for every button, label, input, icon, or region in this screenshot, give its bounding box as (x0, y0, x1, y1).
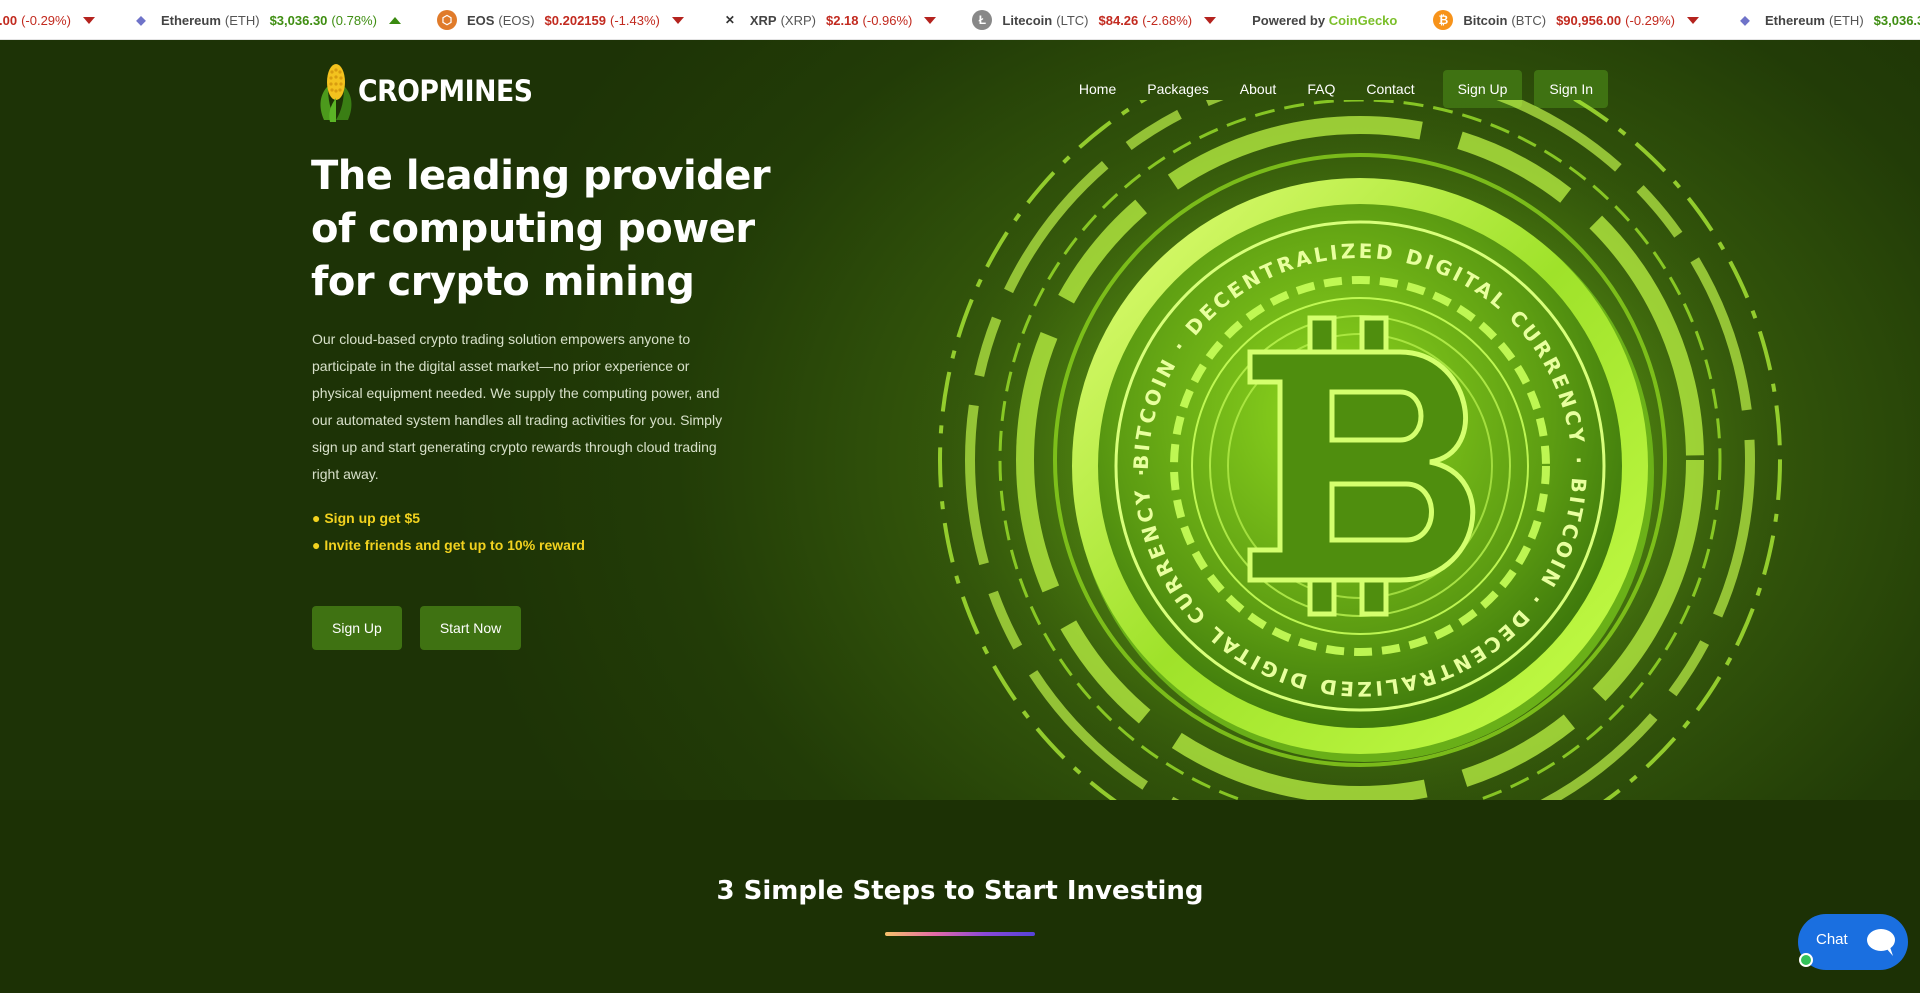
coin-symbol: (ETH) (1828, 12, 1864, 28)
ethereum-icon: ◆ (1740, 13, 1750, 27)
coin-name: Ethereum (160, 12, 221, 28)
ticker-item[interactable]: Ł Litecoin (LTC) $84.26 (-2.68%) (972, 10, 1217, 30)
ticker-item[interactable]: $90,956.00(-0.29%) (0, 13, 95, 28)
coin-name: EOS (466, 12, 495, 28)
coin-symbol: (BTC) (1511, 12, 1547, 28)
coin-name: XRP (749, 12, 777, 28)
online-status-dot (1799, 953, 1813, 967)
coin-price: $3,036.30 (269, 12, 328, 28)
hero-description: Our cloud-based crypto trading solution … (312, 331, 723, 482)
nav-about[interactable]: About (1240, 81, 1277, 97)
powered-by-text: Powered by (1252, 12, 1326, 28)
ethereum-icon: ◆ (136, 13, 146, 27)
bullet-signup-bonus: ● Sign up get $5 (312, 510, 421, 526)
arrow-down-icon (82, 16, 95, 24)
coin-change: (-1.43%) (610, 12, 660, 28)
nav-home[interactable]: Home (1079, 81, 1116, 97)
coin-symbol: (ETH) (224, 12, 260, 28)
headline-line-3: for crypto mining (311, 259, 695, 305)
site-logo[interactable]: CROPMINES (316, 60, 548, 122)
coin-price: $2.18 (825, 12, 859, 28)
litecoin-icon: Ł (972, 10, 993, 30)
chat-widget-button[interactable]: Chat (1798, 914, 1908, 970)
coin-change: (-2.68%) (1142, 12, 1193, 28)
coin-name: Ethereum (1765, 12, 1825, 28)
coin-symbol: (EOS) (498, 12, 535, 28)
arrow-up-icon (388, 16, 401, 24)
ticker-item[interactable]: ◆ Ethereum(ETH) $3,036.30(0.78%) (131, 10, 401, 30)
coin-symbol: (XRP) (780, 12, 816, 28)
coin-change: (0.78%) (331, 12, 377, 28)
nav-contact[interactable]: Contact (1366, 81, 1414, 97)
brand-name: CROPMINES (358, 74, 533, 108)
coin-price: $0.202159 (544, 12, 606, 28)
coingecko-link[interactable]: CoinGecko (1329, 13, 1398, 28)
bitcoin-coin-illustration: BITCOIN · DECENTRALIZED DIGITAL CURRENCY… (900, 100, 1820, 800)
ticker-item[interactable]: ✕ XRP (XRP) $2.18 (-0.96%) (720, 10, 937, 30)
coin-name: Bitcoin (1463, 12, 1508, 28)
chat-bubble-icon (1860, 922, 1902, 962)
coin-symbol: (LTC) (1056, 12, 1089, 28)
hero-bullets: ● Sign up get $5 ● Invite friends and ge… (312, 505, 585, 559)
hero-headline: The leading provider of computing power … (311, 150, 771, 309)
coin-price: $3,036.30 (1873, 12, 1920, 28)
coin-change: (-0.96%) (862, 12, 913, 28)
xrp-icon: ✕ (724, 13, 735, 27)
headline-line-1: The leading provider (311, 153, 771, 199)
ticker-item[interactable]: ₿ Bitcoin (BTC) $90,956.00 (-0.29%) (1433, 10, 1700, 30)
corn-logo-icon (320, 64, 352, 122)
steps-section: 3 Simple Steps to Start Investing (0, 800, 1920, 993)
powered-by-label[interactable]: Powered by CoinGecko (1252, 13, 1397, 28)
arrow-down-icon (1204, 16, 1217, 24)
bitcoin-icon: ₿ (1433, 10, 1454, 30)
nav-faq[interactable]: FAQ (1307, 81, 1335, 97)
hero-sign-up-button[interactable]: Sign Up (312, 606, 402, 650)
coin-change: (-0.29%) (21, 12, 71, 28)
eos-icon: ⬡ (436, 10, 457, 30)
arrow-down-icon (1687, 16, 1700, 24)
hero-section: CROPMINES Home Packages About FAQ Contac… (0, 40, 1920, 800)
coin-name: Litecoin (1002, 12, 1053, 28)
coin-price: $90,956.00 (0, 12, 18, 28)
arrow-down-icon (671, 16, 684, 24)
headline-line-2: of computing power (311, 206, 755, 252)
arrow-down-icon (924, 16, 937, 24)
hero-actions: Sign Up Start Now (312, 606, 539, 650)
title-underline (885, 932, 1035, 936)
hero-start-now-button[interactable]: Start Now (419, 606, 522, 650)
coin-price: $84.26 (1098, 12, 1139, 28)
bullet-referral-reward: ● Invite friends and get up to 10% rewar… (312, 537, 585, 553)
coin-price: $90,956.00 (1556, 12, 1622, 28)
ticker-track: $90,956.00(-0.29%)◆Ethereum(ETH)$3,036.3… (0, 0, 1920, 39)
ticker-item[interactable]: ◆Ethereum(ETH)$3,036.30(0.78%) (1735, 10, 1920, 30)
ticker-item[interactable]: ⬡ EOS (EOS) $0.202159 (-1.43%) (436, 10, 684, 30)
nav-packages[interactable]: Packages (1147, 81, 1208, 97)
coin-change: (-0.29%) (1625, 12, 1676, 28)
steps-title: 3 Simple Steps to Start Investing (716, 876, 1204, 906)
chat-label: Chat (1816, 931, 1848, 948)
crypto-price-ticker: $90,956.00(-0.29%)◆Ethereum(ETH)$3,036.3… (0, 0, 1920, 40)
